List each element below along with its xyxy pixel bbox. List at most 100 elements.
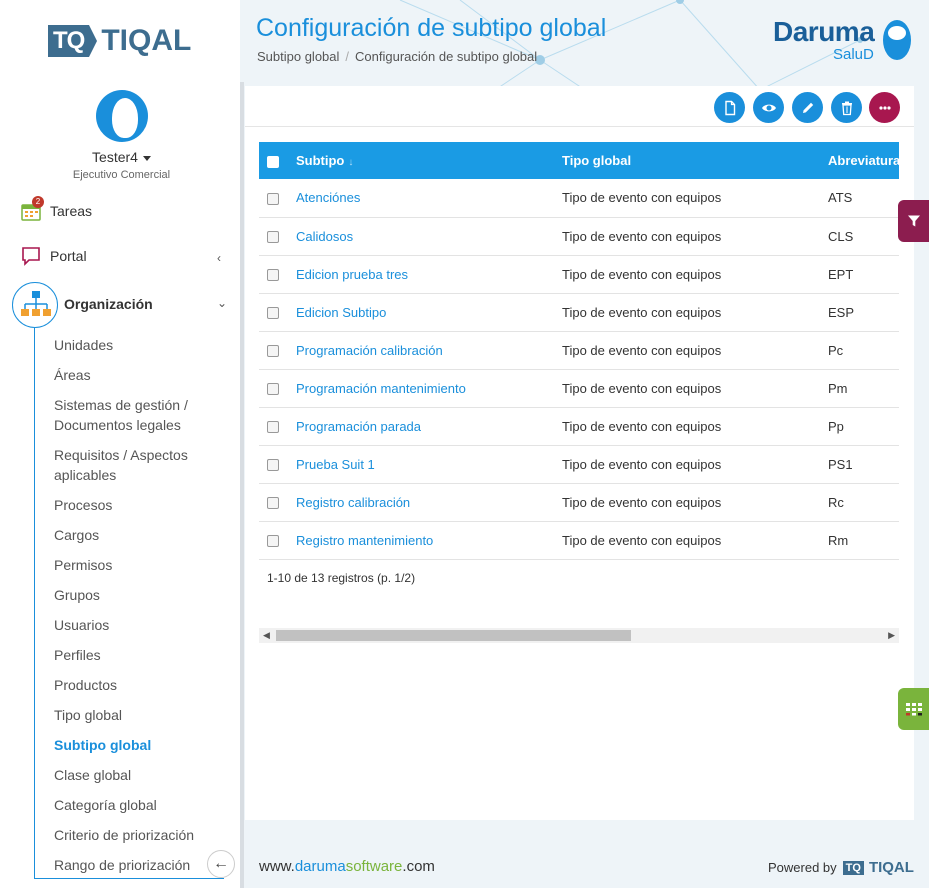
- subtipo-link[interactable]: Programación parada: [296, 419, 421, 434]
- column-header-tipo-global[interactable]: Tipo global: [562, 142, 828, 179]
- table-row[interactable]: Registro mantenimiento Tipo de evento con…: [259, 521, 899, 560]
- row-checkbox-cell[interactable]: [259, 331, 296, 370]
- sidebar-item-rango-de-priorizacion[interactable]: Rango de priorización: [54, 855, 224, 875]
- sidebar-scrollbar[interactable]: [240, 82, 244, 888]
- row-checkbox-cell[interactable]: [259, 521, 296, 560]
- data-table-container: Subtipo ↓ Tipo global Abreviatura Atenció…: [259, 142, 899, 562]
- row-checkbox[interactable]: [267, 459, 279, 472]
- table-row[interactable]: Edicion Subtipo Tipo de evento con equipo…: [259, 293, 899, 332]
- row-checkbox-cell[interactable]: [259, 369, 296, 408]
- table-row[interactable]: Registro calibración Tipo de evento con e…: [259, 483, 899, 522]
- cell-subtipo[interactable]: Atenciónes: [296, 179, 562, 218]
- subtipo-link[interactable]: Calidosos: [296, 229, 353, 244]
- table-row[interactable]: Programación mantenimiento Tipo de evento…: [259, 369, 899, 408]
- filter-panel-tab[interactable]: [898, 200, 929, 242]
- row-checkbox-cell[interactable]: [259, 293, 296, 332]
- more-options-button[interactable]: [869, 92, 900, 123]
- chevron-left-icon[interactable]: ‹: [217, 251, 221, 265]
- table-row[interactable]: Atenciónes Tipo de evento con equipos ATS: [259, 179, 899, 218]
- column-header-abreviatura[interactable]: Abreviatura: [828, 142, 899, 179]
- scroll-left-arrow-icon[interactable]: ◀: [263, 630, 270, 641]
- sidebar-item-permisos[interactable]: Permisos: [54, 555, 224, 575]
- select-all-checkbox-cell[interactable]: [259, 142, 296, 179]
- cell-subtipo[interactable]: Programación calibración: [296, 331, 562, 370]
- sidebar-item-productos[interactable]: Productos: [54, 675, 224, 695]
- nav-item-organizacion[interactable]: Organización: [64, 292, 153, 316]
- cell-subtipo[interactable]: Prueba Suit 1: [296, 445, 562, 484]
- new-button[interactable]: [714, 92, 745, 123]
- sidebar-item-grupos[interactable]: Grupos: [54, 585, 224, 605]
- breadcrumb-item[interactable]: Subtipo global: [257, 49, 339, 64]
- cell-subtipo[interactable]: Edicion Subtipo: [296, 293, 562, 332]
- sidebar-item-criterio-de-priorizacion[interactable]: Criterio de priorización: [54, 825, 224, 845]
- select-all-checkbox[interactable]: [267, 155, 279, 168]
- row-checkbox[interactable]: [267, 535, 279, 548]
- row-checkbox-cell[interactable]: [259, 217, 296, 256]
- tiqal-logo[interactable]: TQ TIQAL: [48, 24, 191, 57]
- chevron-down-icon[interactable]: ⌄: [217, 296, 227, 310]
- nav-item-tareas[interactable]: 2 Tareas: [20, 196, 92, 223]
- scroll-right-arrow-icon[interactable]: ▶: [888, 630, 895, 641]
- sidebar-item-cargos[interactable]: Cargos: [54, 525, 224, 545]
- row-checkbox-cell[interactable]: [259, 407, 296, 446]
- row-checkbox-cell[interactable]: [259, 179, 296, 218]
- table-row[interactable]: Calidosos Tipo de evento con equipos CLS: [259, 217, 899, 256]
- sidebar-item-clase-global[interactable]: Clase global: [54, 765, 224, 785]
- horizontal-scrollbar[interactable]: ◀ ▶: [259, 628, 899, 643]
- sort-descending-icon[interactable]: ↓: [348, 157, 353, 168]
- sidebar-item-procesos[interactable]: Procesos: [54, 495, 224, 515]
- table-row[interactable]: Programación parada Tipo de evento con eq…: [259, 407, 899, 446]
- user-menu[interactable]: Tester4: [0, 149, 243, 165]
- column-header-subtipo[interactable]: Subtipo ↓: [296, 142, 562, 179]
- sidebar-item-perfiles[interactable]: Perfiles: [54, 645, 224, 665]
- table-row[interactable]: Edicion prueba tres Tipo de evento con eq…: [259, 255, 899, 294]
- subtipo-link[interactable]: Edicion Subtipo: [296, 305, 386, 320]
- row-checkbox-cell[interactable]: [259, 483, 296, 522]
- subtipo-link[interactable]: Prueba Suit 1: [296, 457, 375, 472]
- scrollbar-thumb[interactable]: [276, 630, 631, 641]
- column-label-abreviatura: Abreviatura: [828, 153, 899, 168]
- sidebar-item-sistemas-de-gestion[interactable]: Sistemas de gestión / Documentos legales: [54, 395, 224, 435]
- row-checkbox[interactable]: [267, 307, 279, 320]
- sidebar-item-areas[interactable]: Áreas: [54, 365, 224, 385]
- subtipo-link[interactable]: Programación calibración: [296, 343, 443, 358]
- grid-options-tab[interactable]: [898, 688, 929, 730]
- cell-subtipo[interactable]: Registro mantenimiento: [296, 521, 562, 560]
- nav-item-portal[interactable]: Portal: [20, 244, 87, 268]
- edit-button[interactable]: [792, 92, 823, 123]
- sidebar-item-unidades[interactable]: Unidades: [54, 335, 224, 355]
- subtipo-link[interactable]: Atenciónes: [296, 190, 360, 205]
- sidebar-item-usuarios[interactable]: Usuarios: [54, 615, 224, 635]
- row-checkbox[interactable]: [267, 497, 279, 510]
- subtipo-link[interactable]: Programación mantenimiento: [296, 381, 466, 396]
- row-checkbox-cell[interactable]: [259, 255, 296, 294]
- sidebar-item-categoria-global[interactable]: Categoría global: [54, 795, 224, 815]
- more-options-icon: [878, 105, 891, 110]
- cell-subtipo[interactable]: Registro calibración: [296, 483, 562, 522]
- daruma-logo-sub: SaluD: [833, 46, 874, 63]
- table-row[interactable]: Prueba Suit 1 Tipo de evento con equipos P…: [259, 445, 899, 484]
- subtipo-link[interactable]: Registro mantenimiento: [296, 533, 433, 548]
- collapse-sidebar-button[interactable]: ←: [207, 850, 235, 878]
- row-checkbox[interactable]: [267, 383, 279, 396]
- sidebar-item-requisitos[interactable]: Requisitos / Aspectos aplicables: [54, 445, 224, 485]
- sidebar-item-tipo-global[interactable]: Tipo global: [54, 705, 224, 725]
- sidebar-item-subtipo-global[interactable]: Subtipo global: [54, 735, 224, 755]
- row-checkbox[interactable]: [267, 192, 279, 205]
- row-checkbox-cell[interactable]: [259, 445, 296, 484]
- subtipo-link[interactable]: Edicion prueba tres: [296, 267, 408, 282]
- cell-subtipo[interactable]: Programación parada: [296, 407, 562, 446]
- cell-subtipo[interactable]: Calidosos: [296, 217, 562, 256]
- table-row[interactable]: Programación calibración Tipo de evento c…: [259, 331, 899, 370]
- row-checkbox[interactable]: [267, 231, 279, 244]
- row-checkbox[interactable]: [267, 269, 279, 282]
- user-avatar-icon[interactable]: [96, 90, 148, 142]
- cell-subtipo[interactable]: Edicion prueba tres: [296, 255, 562, 294]
- footer-website-link[interactable]: www.darumasoftware.com: [259, 858, 435, 875]
- view-button[interactable]: [753, 92, 784, 123]
- delete-button[interactable]: [831, 92, 862, 123]
- row-checkbox[interactable]: [267, 345, 279, 358]
- cell-subtipo[interactable]: Programación mantenimiento: [296, 369, 562, 408]
- row-checkbox[interactable]: [267, 421, 279, 434]
- subtipo-link[interactable]: Registro calibración: [296, 495, 410, 510]
